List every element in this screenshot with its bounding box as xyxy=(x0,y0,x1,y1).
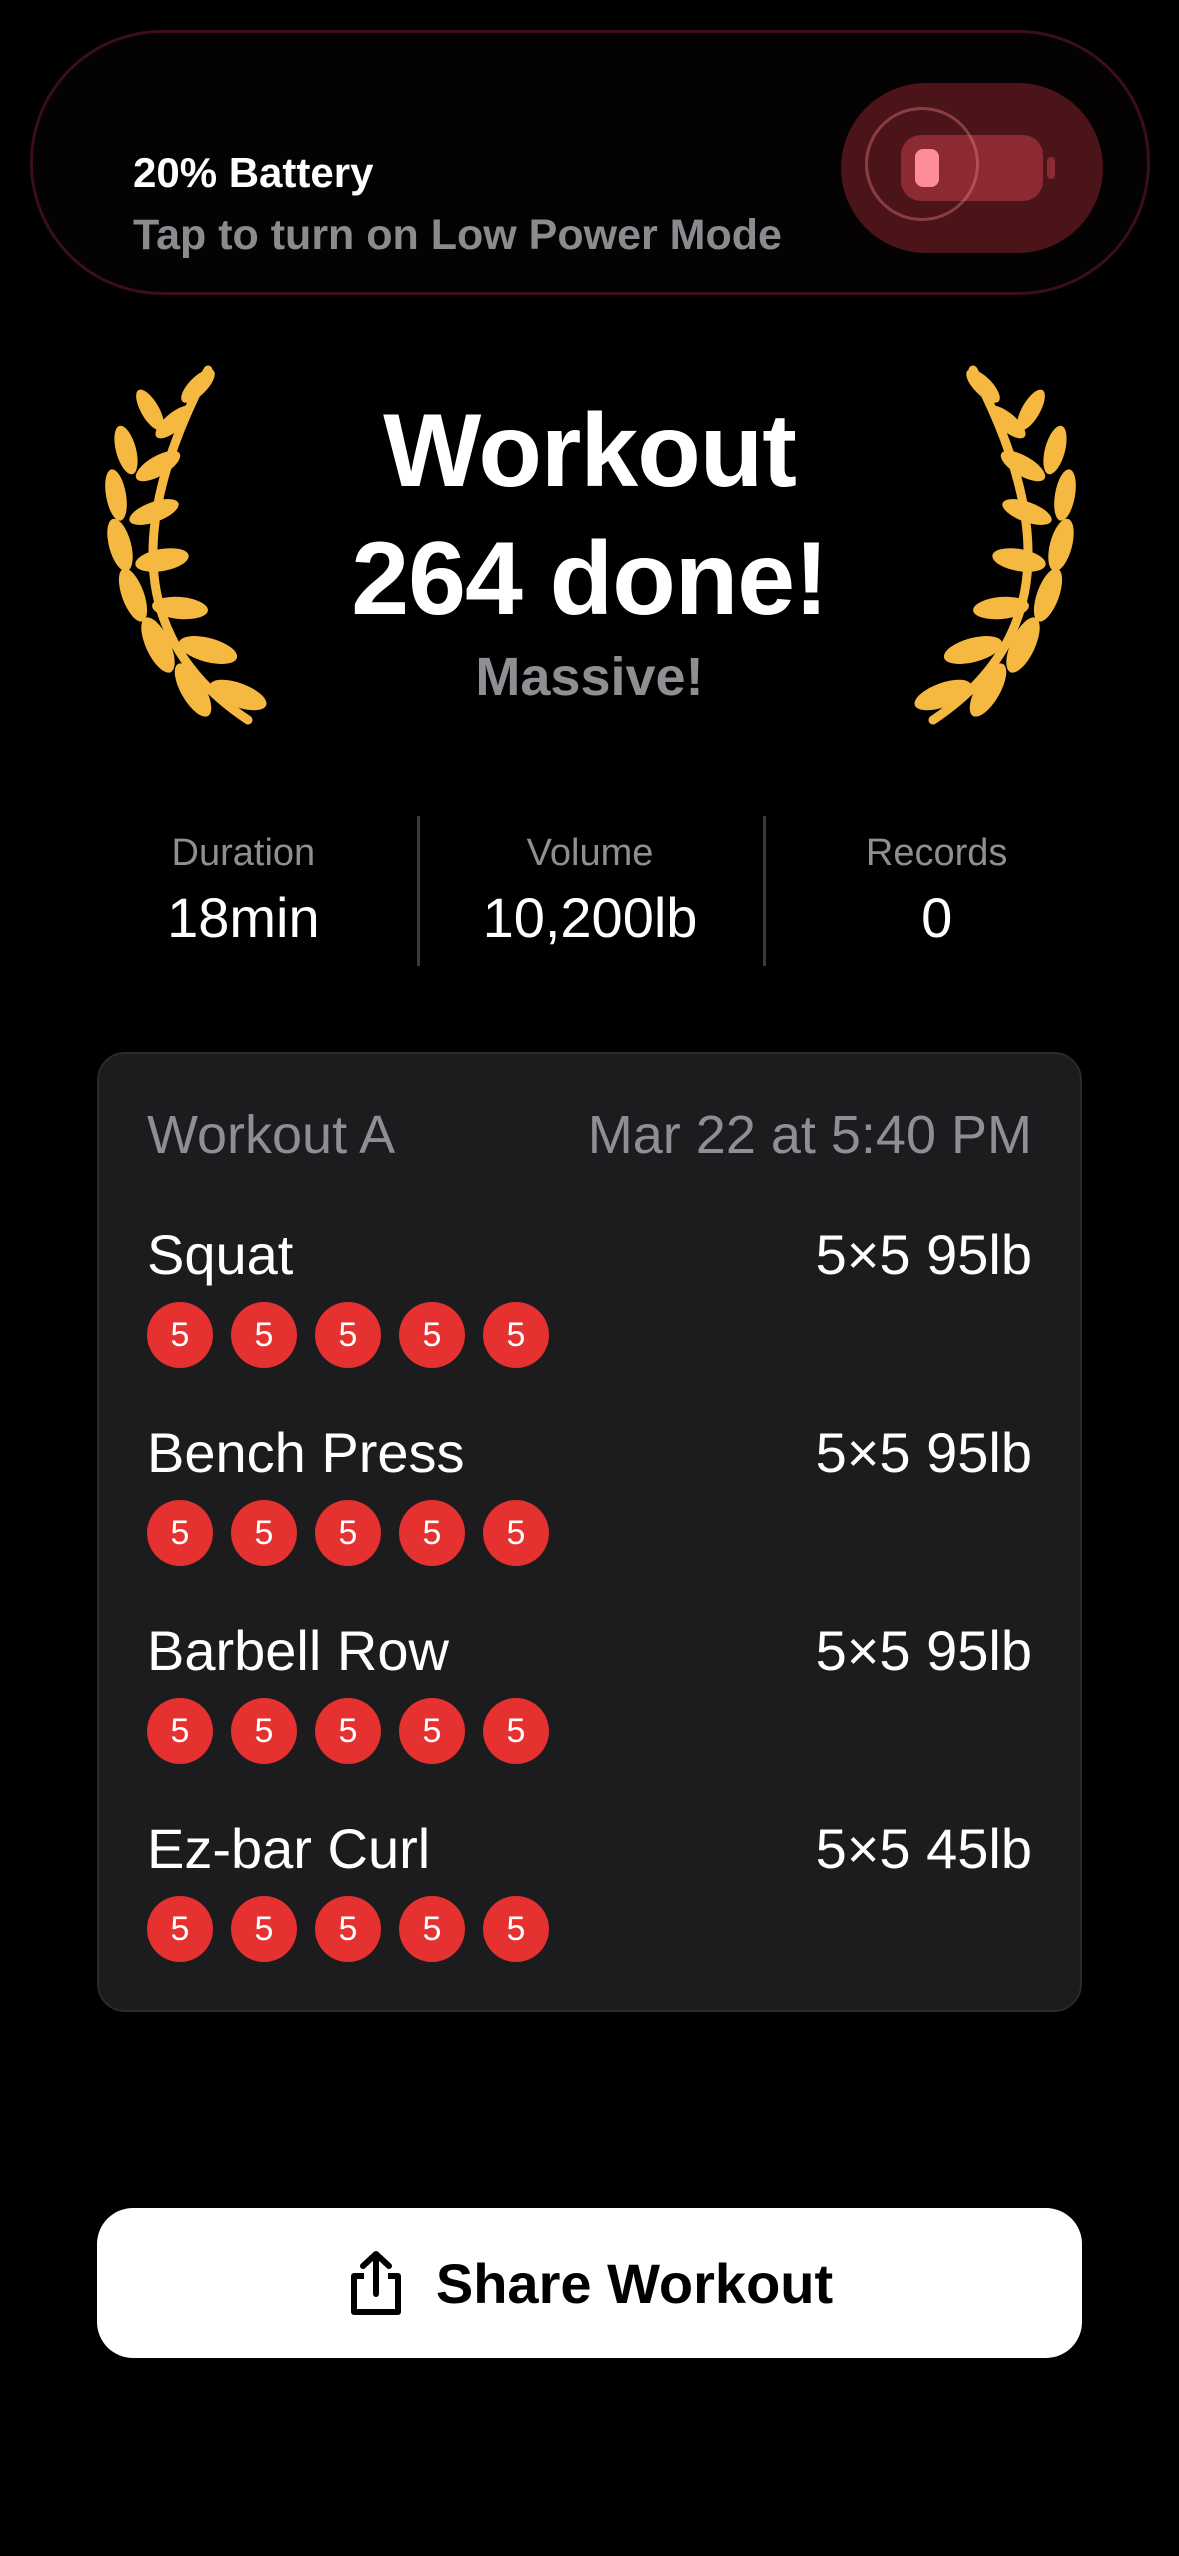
set-circle: 5 xyxy=(315,1698,381,1764)
workout-date: Mar 22 at 5:40 PM xyxy=(587,1105,1032,1165)
set-circle: 5 xyxy=(399,1896,465,1962)
set-circle: 5 xyxy=(483,1698,549,1764)
exercise-row: Ez-bar Curl 5×5 45lb 5 5 5 5 5 xyxy=(147,1816,1032,2016)
workout-summary-card: Workout A Mar 22 at 5:40 PM Squat 5×5 95… xyxy=(97,1052,1082,2012)
set-circle: 5 xyxy=(483,1500,549,1566)
set-circles: 5 5 5 5 5 xyxy=(147,1500,549,1566)
hero-count: 264 done! xyxy=(351,521,828,637)
stat-label: Records xyxy=(865,832,1008,874)
set-circle: 5 xyxy=(399,1302,465,1368)
set-circle: 5 xyxy=(483,1302,549,1368)
stat-value: 18min xyxy=(167,886,320,949)
exercise-row: Barbell Row 5×5 95lb 5 5 5 5 5 xyxy=(147,1618,1032,1818)
set-circle: 5 xyxy=(483,1896,549,1962)
workout-name: Workout A xyxy=(147,1105,396,1165)
hero-tagline: Massive! xyxy=(475,647,704,707)
workout-complete-screen: 20% Battery Tap to turn on Low Power Mod… xyxy=(0,0,1179,2556)
set-circle: 5 xyxy=(315,1896,381,1962)
stat-value: 0 xyxy=(921,886,953,949)
exercise-name: Bench Press xyxy=(147,1421,465,1484)
stat-label: Volume xyxy=(526,832,654,874)
exercise-scheme: 5×5 95lb xyxy=(815,1223,1032,1286)
card-header: Workout A Mar 22 at 5:40 PM xyxy=(147,1104,1032,1166)
set-circles: 5 5 5 5 5 xyxy=(147,1896,549,1962)
exercise-scheme: 5×5 45lb xyxy=(815,1817,1032,1880)
exercise-name: Barbell Row xyxy=(147,1619,449,1682)
hero-title: Workout xyxy=(383,393,797,509)
set-circle: 5 xyxy=(315,1302,381,1368)
set-circle: 5 xyxy=(147,1896,213,1962)
low-battery-banner[interactable]: 20% Battery Tap to turn on Low Power Mod… xyxy=(30,30,1150,295)
exercise-name: Squat xyxy=(147,1223,294,1286)
stat-records: Records 0 xyxy=(763,812,1110,967)
set-circle: 5 xyxy=(147,1302,213,1368)
share-button-label: Share Workout xyxy=(435,2251,834,2315)
set-circle: 5 xyxy=(399,1698,465,1764)
exercise-name: Ez-bar Curl xyxy=(147,1817,431,1880)
set-circle: 5 xyxy=(399,1500,465,1566)
exercise-scheme: 5×5 95lb xyxy=(815,1421,1032,1484)
exercise-row: Bench Press 5×5 95lb 5 5 5 5 5 xyxy=(147,1420,1032,1620)
set-circle: 5 xyxy=(231,1302,297,1368)
stats-row: Duration 18min Volume 10,200lb Records 0 xyxy=(70,812,1110,967)
stat-label: Duration xyxy=(171,832,316,874)
battery-subtitle: Tap to turn on Low Power Mode xyxy=(133,211,782,259)
set-circle: 5 xyxy=(147,1698,213,1764)
stat-volume: Volume 10,200lb xyxy=(416,812,764,967)
set-circles: 5 5 5 5 5 xyxy=(147,1302,549,1368)
stat-value: 10,200lb xyxy=(482,886,698,949)
set-circle: 5 xyxy=(315,1500,381,1566)
battery-ring xyxy=(865,107,979,221)
battery-title: 20% Battery xyxy=(133,149,374,196)
stat-duration: Duration 18min xyxy=(70,812,417,967)
set-circles: 5 5 5 5 5 xyxy=(147,1698,549,1764)
share-icon xyxy=(350,2251,401,2315)
set-circle: 5 xyxy=(231,1896,297,1962)
set-circle: 5 xyxy=(147,1500,213,1566)
set-circle: 5 xyxy=(231,1500,297,1566)
set-circle: 5 xyxy=(231,1698,297,1764)
share-workout-button[interactable]: Share Workout xyxy=(97,2208,1082,2358)
low-power-mode-toggle[interactable] xyxy=(841,83,1103,253)
exercise-row: Squat 5×5 95lb 5 5 5 5 5 xyxy=(147,1222,1032,1422)
exercise-scheme: 5×5 95lb xyxy=(815,1619,1032,1682)
